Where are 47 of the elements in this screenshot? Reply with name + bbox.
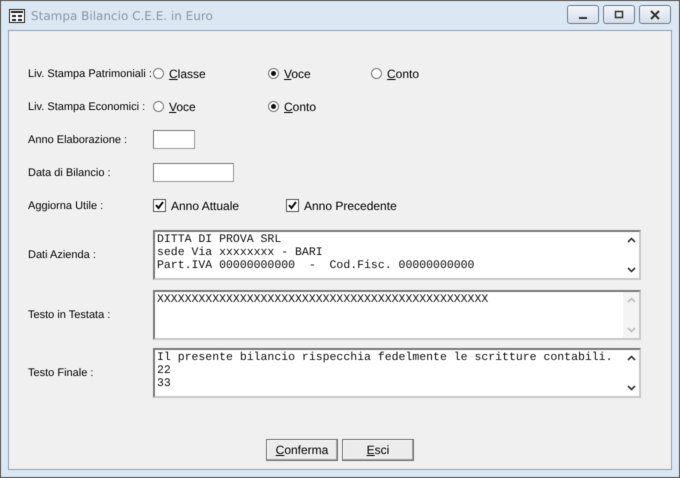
window-title: Stampa Bilancio C.E.E. in Euro [31, 8, 214, 22]
field-label: Liv. Stampa Economici : [28, 100, 146, 112]
field-label: Dati Azienda : [28, 249, 97, 261]
scroll-down-icon[interactable] [626, 385, 636, 391]
field-label: Data di Bilancio : [28, 166, 112, 178]
minimize-button[interactable] [567, 5, 599, 24]
radio-button[interactable] [268, 101, 279, 112]
checkbox[interactable] [286, 199, 299, 212]
text-line: XXXXXXXXXXXXXXXXXXXXXXXXXXXXXXXXXXXXXXXXXXXXXXXX [157, 293, 490, 306]
maximize-icon [614, 10, 624, 20]
text-area[interactable]: DITTA DI PROVA SRL sede Via xxxxxxxx - BARI Part.IVA 00000000000 - Cod.Fisc. 00000000000 [153, 230, 641, 280]
text-line: sede Via xxxxxxxx - BARI [157, 246, 324, 259]
field-label: Testo Finale : [28, 367, 94, 379]
field-label: Aggiorna Utile : [28, 200, 104, 212]
field-label: Liv. Stampa Patrimoniali : [28, 68, 153, 80]
scroll-down-icon[interactable] [626, 267, 636, 273]
close-button[interactable] [639, 5, 671, 24]
checkbox-label[interactable]: Anno Attuale [171, 198, 240, 212]
radio-button[interactable] [153, 68, 164, 79]
radio-button[interactable] [268, 68, 279, 79]
checkbox[interactable] [153, 199, 166, 212]
radio-button[interactable] [371, 68, 382, 79]
input-field[interactable] [153, 163, 234, 182]
minimize-icon [579, 16, 587, 18]
text-line: Il presente bilancio rispecchia fedelmente le scritture contabili. [157, 351, 614, 364]
radio-label[interactable]: Conto [387, 66, 420, 80]
field-label: Anno Elaborazione : [28, 134, 128, 146]
radio-label[interactable]: Voce [284, 66, 311, 80]
dialog-button[interactable]: Conferma [266, 439, 338, 461]
form-icon [9, 8, 25, 22]
text-line: 22 [157, 364, 172, 377]
maximize-button[interactable] [603, 5, 635, 24]
text-line: DITTA DI PROVA SRL [157, 233, 282, 246]
radio-button[interactable] [153, 101, 164, 112]
input-field[interactable] [153, 130, 195, 149]
close-icon [649, 10, 661, 20]
text-line: 33 [157, 377, 172, 390]
radio-label[interactable]: Conto [284, 100, 316, 114]
scroll-up-icon[interactable] [626, 355, 636, 361]
scroll-up-icon[interactable] [626, 237, 636, 243]
dialog-button[interactable]: Esci [342, 439, 414, 461]
radio-label[interactable]: Classe [169, 66, 206, 80]
text-area[interactable]: Il presente bilancio rispecchia fedelmente le scritture contabili. 22 33 [153, 348, 641, 398]
radio-label[interactable]: Voce [169, 100, 196, 114]
checkbox-label[interactable]: Anno Precedente [304, 198, 397, 212]
field-label: Testo in Testata : [28, 309, 112, 321]
text-line: Part.IVA 00000000000 - Cod.Fisc. 00000000000 [157, 259, 476, 272]
